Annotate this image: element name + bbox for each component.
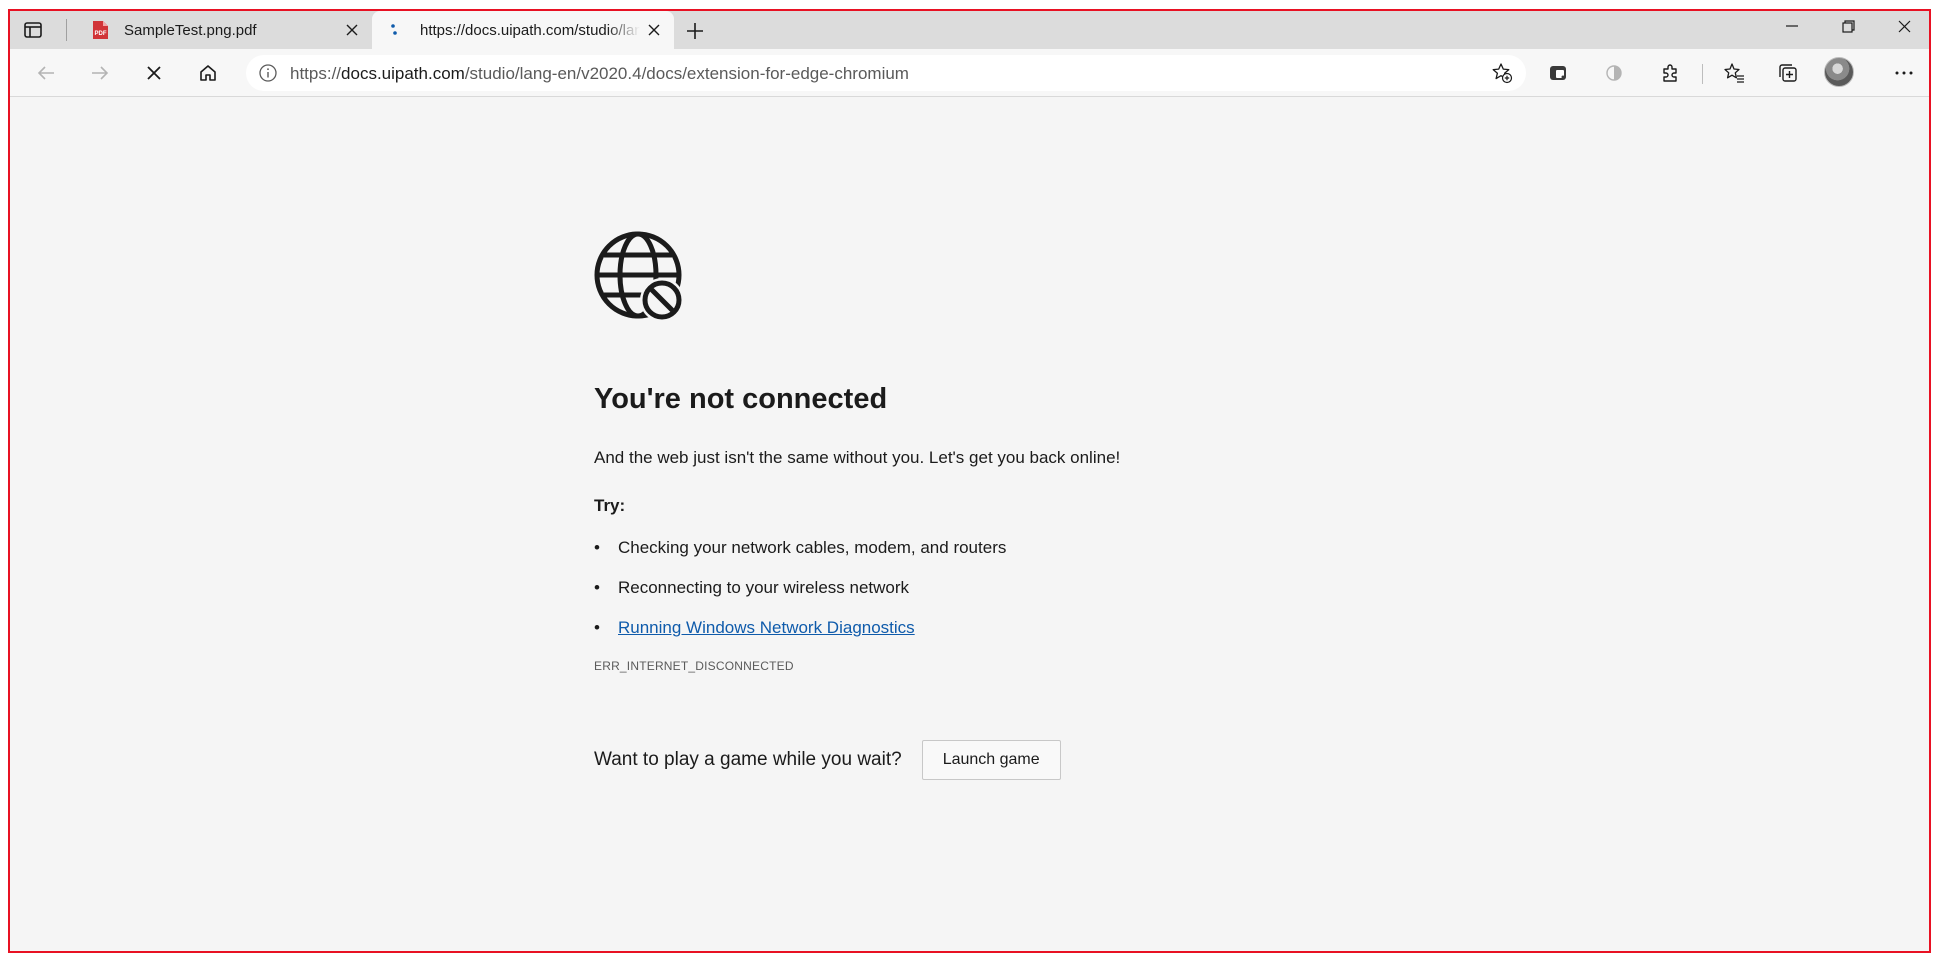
- tab-actions-icon: [24, 22, 42, 38]
- tab-separator: [66, 19, 67, 41]
- close-icon: [648, 24, 660, 36]
- collections-icon: [1779, 64, 1797, 82]
- url-path: /studio/lang-en/v2020.4/docs/extension-f…: [464, 64, 909, 83]
- tab-sampletest-pdf[interactable]: PDF SampleTest.png.pdf: [76, 11, 372, 49]
- contrast-icon: [1606, 65, 1622, 81]
- info-icon[interactable]: [258, 63, 278, 83]
- stop-loading-button[interactable]: [138, 57, 170, 89]
- network-diagnostics-link[interactable]: Running Windows Network Diagnostics: [618, 618, 915, 637]
- tab-close-button[interactable]: [640, 16, 668, 44]
- error-code: ERR_INTERNET_DISCONNECTED: [594, 659, 794, 673]
- profile-avatar[interactable]: [1824, 57, 1854, 87]
- address-bar[interactable]: https://docs.uipath.com/studio/lang-en/v…: [246, 55, 1526, 91]
- restore-button[interactable]: [1820, 11, 1876, 41]
- arrow-right-icon: [92, 66, 109, 80]
- launch-game-button[interactable]: Launch game: [921, 740, 1061, 780]
- list-item: Checking your network cables, modem, and…: [594, 537, 1354, 559]
- pdf-icon: PDF: [90, 20, 110, 40]
- suggestion-list: Checking your network cables, modem, and…: [594, 537, 1354, 639]
- try-label: Try:: [594, 496, 626, 515]
- toolbar-separator: [1702, 64, 1703, 84]
- new-tab-button[interactable]: [681, 17, 709, 45]
- home-icon: [200, 65, 216, 81]
- close-icon: [1898, 20, 1910, 32]
- arrow-left-icon: [37, 66, 54, 80]
- url-text[interactable]: https://docs.uipath.com/studio/lang-en/v…: [290, 64, 909, 84]
- extension-app-icon: [1550, 66, 1566, 80]
- tab-strip: PDF SampleTest.png.pdf https://docs.uipa…: [10, 11, 1929, 49]
- minimize-icon: [1786, 25, 1798, 27]
- back-button[interactable]: [30, 57, 62, 89]
- home-button[interactable]: [192, 57, 224, 89]
- extension-button[interactable]: [1542, 57, 1574, 89]
- favorites-icon: [1724, 63, 1744, 83]
- url-host: docs.uipath.com: [341, 64, 465, 83]
- close-icon: [147, 66, 161, 80]
- toolbar: https://docs.uipath.com/studio/lang-en/v…: [10, 49, 1929, 97]
- settings-more-button[interactable]: [1888, 57, 1920, 89]
- tab-title: https://docs.uipath.com/studio/lang-en/v…: [420, 21, 640, 39]
- tab-docs-uipath[interactable]: https://docs.uipath.com/studio/lang-en/v…: [372, 11, 674, 49]
- plus-icon: [687, 23, 703, 39]
- error-page: You're not connected And the web just is…: [594, 231, 1354, 780]
- url-prefix: https://: [290, 64, 342, 83]
- tab-close-button[interactable]: [338, 16, 366, 44]
- tab-actions-button[interactable]: [22, 19, 44, 41]
- close-icon: [346, 24, 358, 36]
- add-favorite-button[interactable]: [1490, 61, 1514, 85]
- more-icon: [1895, 71, 1913, 75]
- forward-button[interactable]: [84, 57, 116, 89]
- globe-blocked-icon: [594, 231, 684, 322]
- browser-window: PDF SampleTest.png.pdf https://docs.uipa…: [8, 9, 1931, 953]
- puzzle-icon: [1663, 64, 1677, 82]
- lead-text: And the web just isn't the same without …: [594, 448, 1121, 467]
- tab-title: SampleTest.png.pdf: [124, 21, 257, 39]
- contrast-button[interactable]: [1598, 57, 1630, 89]
- svg-text:PDF: PDF: [95, 31, 107, 37]
- close-window-button[interactable]: [1876, 11, 1929, 41]
- game-row: Want to play a game while you wait? Laun…: [594, 740, 1354, 780]
- favorites-button[interactable]: [1718, 57, 1750, 89]
- loading-spinner-icon: [386, 20, 406, 40]
- game-prompt: Want to play a game while you wait?: [594, 749, 902, 770]
- extensions-button[interactable]: [1654, 57, 1686, 89]
- list-item: Running Windows Network Diagnostics: [594, 617, 1354, 639]
- restore-icon: [1841, 19, 1855, 33]
- minimize-button[interactable]: [1764, 11, 1820, 41]
- list-item: Reconnecting to your wireless network: [594, 577, 1354, 599]
- star-add-icon: [1492, 63, 1513, 84]
- collections-button[interactable]: [1772, 57, 1804, 89]
- page-title: You're not connected: [594, 383, 888, 415]
